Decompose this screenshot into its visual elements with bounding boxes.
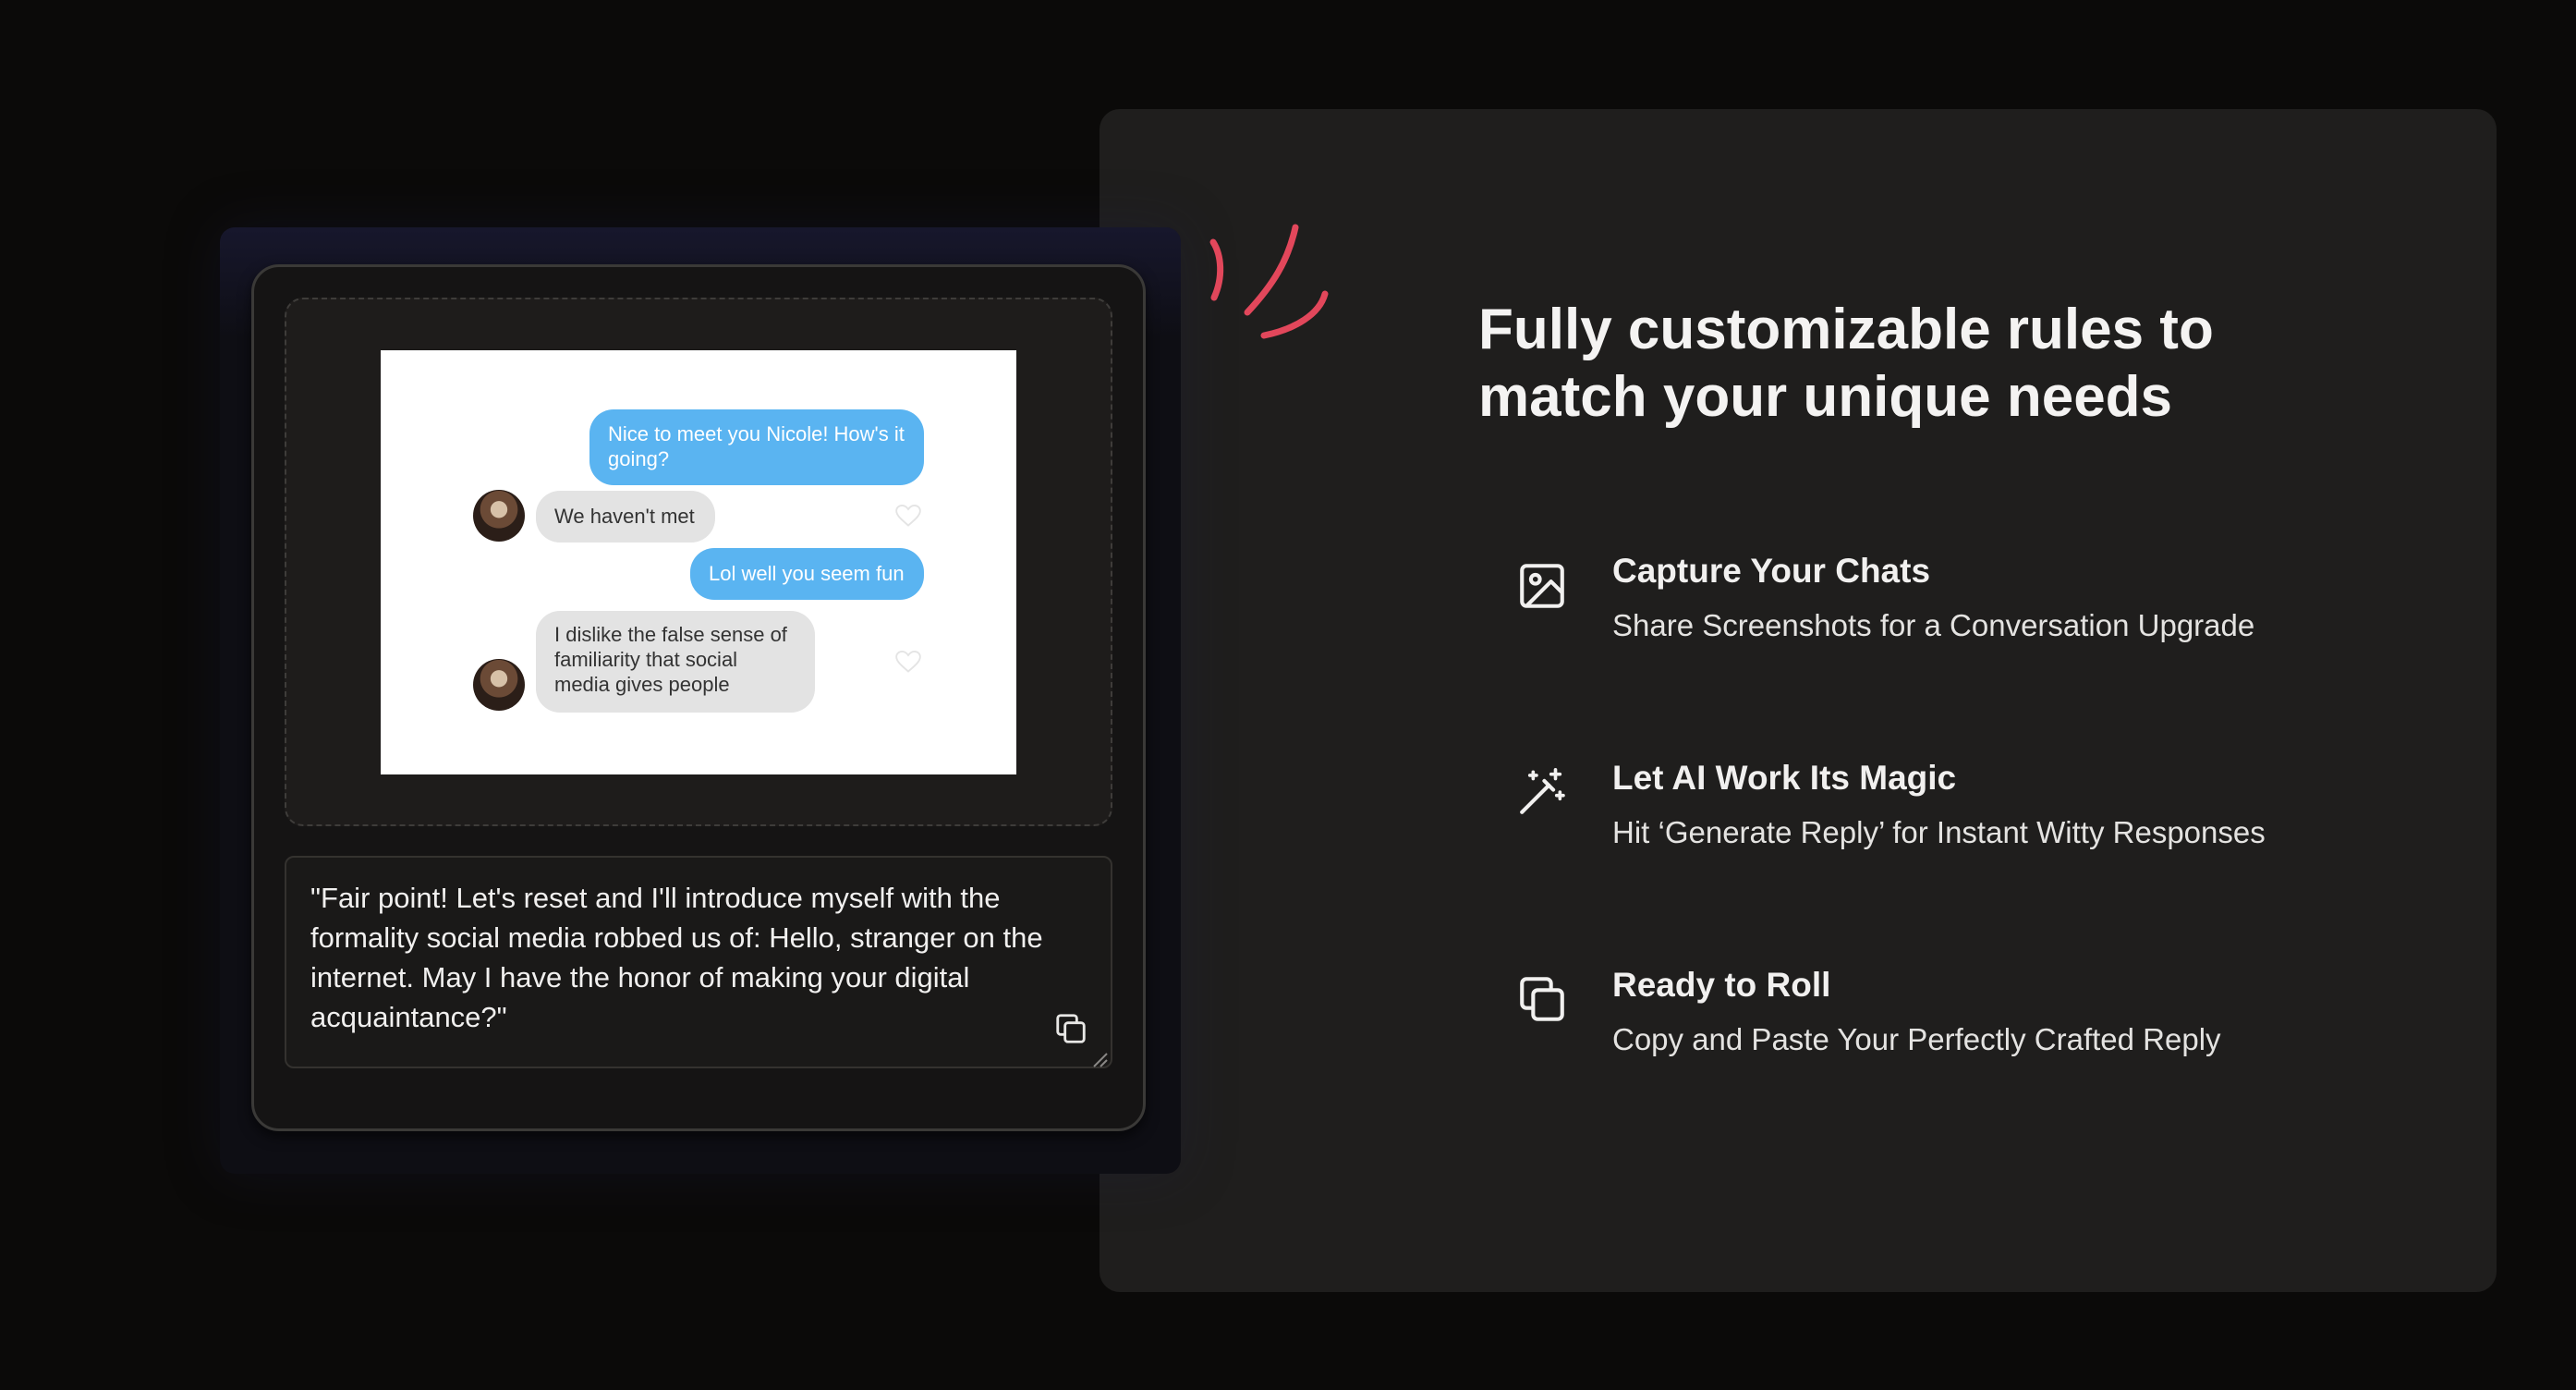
copy-icon[interactable] [1053,1011,1088,1046]
chat-screenshot: Nice to meet you Nicole! How's it going?… [381,350,1016,774]
heart-icon[interactable] [895,650,921,674]
feature-description: Share Screenshots for a Conversation Upg… [1612,608,2255,642]
feature-title: Capture Your Chats [1612,552,1931,590]
chat-message-incoming: We haven't met [536,491,715,543]
feature-description: Hit ‘Generate Reply’ for Instant Witty R… [1612,815,2266,849]
chat-message-incoming: I dislike the false sense of familiarity… [536,611,815,713]
contact-avatar [473,659,525,711]
feature-title: Let AI Work Its Magic [1612,759,1957,797]
image-icon [1520,564,1564,608]
emphasis-doodle-icon [1209,224,1329,339]
resize-handle-icon[interactable] [1090,1050,1109,1068]
feature-description: Copy and Paste Your Perfectly Crafted Re… [1612,1022,2221,1056]
chat-message-outgoing: Lol well you seem fun [690,548,924,600]
magic-wand-icon [1520,768,1565,814]
section-heading: Fully customizable rules to match your u… [1478,298,2214,429]
heart-icon[interactable] [895,504,921,528]
generated-reply-textarea[interactable]: "Fair point! Let's reset and I'll introd… [285,856,1112,1068]
chat-message-outgoing: Nice to meet you Nicole! How's it going? [589,409,924,485]
copy-icon [1520,977,1564,1021]
contact-avatar [473,490,525,542]
feature-title: Ready to Roll [1612,966,1831,1004]
